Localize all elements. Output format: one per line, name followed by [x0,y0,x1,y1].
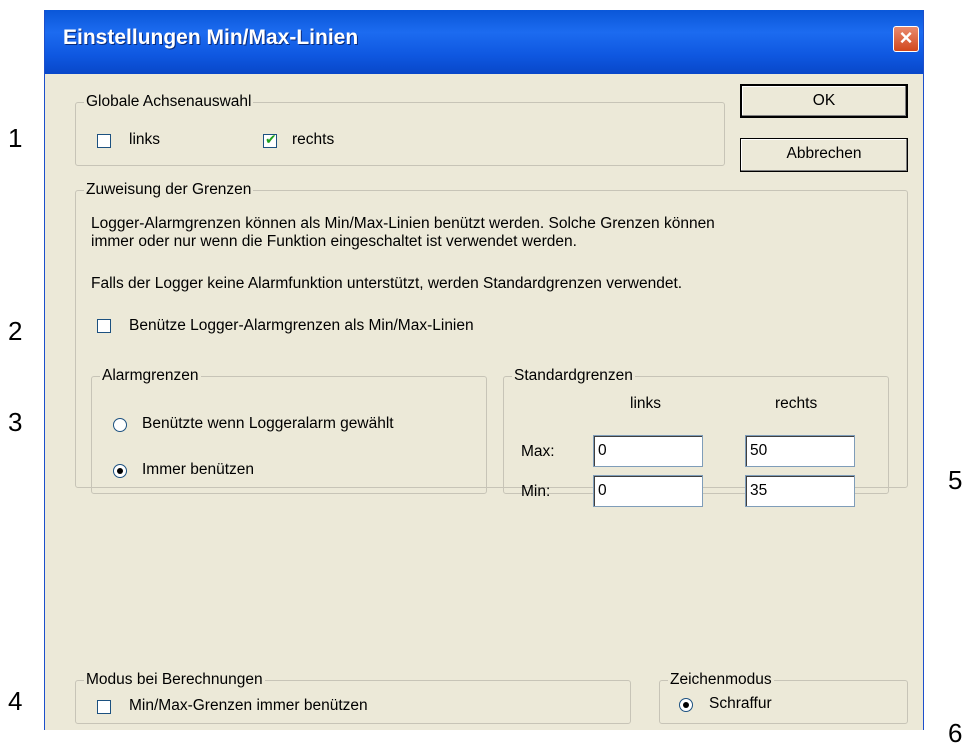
calc-mode-label: Modus bei Berechnungen [84,670,265,690]
always-use-radio[interactable] [113,464,127,478]
side-number-5: 5 [948,465,963,495]
assignment-description-line-1: Logger-Alarmgrenzen können als Min/Max-L… [91,215,715,232]
column-left-header: links [630,395,662,412]
assignment-label: Zuweisung der Grenzen [84,180,254,200]
min-right-input[interactable]: 35 [745,475,855,507]
max-label: Max: [521,443,555,460]
side-number-6: 6 [948,718,963,748]
side-number-2: 2 [8,316,23,346]
cancel-button[interactable]: Abbrechen [740,138,908,172]
global-axis-group: Globale Achsenauswahl [75,92,725,166]
standard-limits-label: Standardgrenzen [512,366,635,386]
radio-selected-dot [117,468,123,474]
checkmark-icon: ✔ [265,131,277,147]
dialog-title: Einstellungen Min/Max-Linien [63,26,359,49]
close-button[interactable]: × [893,26,919,52]
side-number-1: 1 [8,123,23,153]
always-use-limits-checkbox[interactable] [97,700,111,714]
draw-mode-group: Zeichenmodus [659,670,908,724]
right-axis-label: rechts [292,131,335,148]
assignment-description-line-3: Falls der Logger keine Alarmfunktion unt… [91,275,683,292]
settings-dialog: Einstellungen Min/Max-Linien × Globale A… [44,10,924,730]
alarm-limits-label: Alarmgrenzen [100,366,201,386]
when-alarm-label: Benützte wenn Loggeralarm gewählt [142,415,394,432]
use-logger-limits-label: Benütze Logger-Alarmgrenzen als Min/Max-… [129,317,474,334]
max-right-input[interactable]: 50 [745,435,855,467]
side-number-3: 3 [8,407,23,437]
when-alarm-radio[interactable] [113,418,127,432]
assignment-description-line-2: immer oder nur wenn die Funktion eingesc… [91,233,577,250]
min-left-input[interactable]: 0 [593,475,703,507]
global-axis-label: Globale Achsenauswahl [84,92,254,112]
always-use-limits-label: Min/Max-Grenzen immer benützen [129,697,368,714]
use-logger-limits-checkbox[interactable] [97,319,111,333]
left-axis-checkbox[interactable] [97,134,111,148]
hatch-radio[interactable] [679,698,693,712]
always-use-label: Immer benützen [142,461,254,478]
min-label: Min: [521,483,551,500]
side-number-4: 4 [8,686,23,716]
title-bar[interactable]: Einstellungen Min/Max-Linien × [45,10,923,74]
ok-button[interactable]: OK [740,84,908,118]
draw-mode-label: Zeichenmodus [668,670,774,690]
left-axis-label: links [129,131,161,148]
hatch-label: Schraffur [709,695,772,712]
right-axis-checkbox[interactable]: ✔ [263,131,277,148]
max-left-input[interactable]: 0 [593,435,703,467]
radio-selected-dot [683,702,689,708]
column-right-header: rechts [775,395,818,412]
